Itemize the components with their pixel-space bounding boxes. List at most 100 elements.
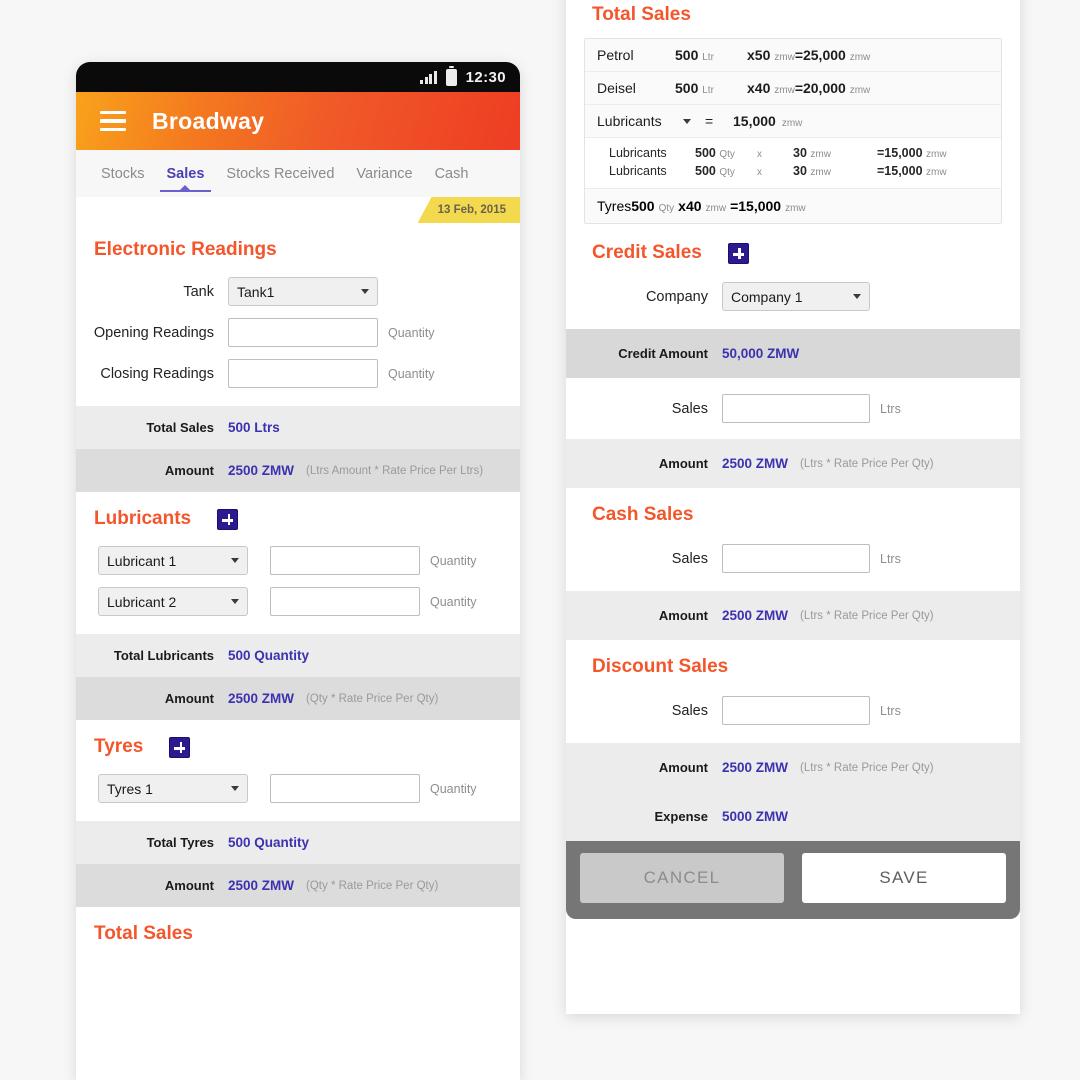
screenshot-canvas: 12:30 Broadway Stocks Sales Stocks Recei… — [0, 0, 1080, 1080]
discount-sales-input[interactable] — [722, 696, 870, 725]
opening-readings-input[interactable] — [228, 318, 378, 347]
company-select[interactable]: Company 1 — [722, 282, 870, 311]
total-lubricants-value: 500 Quantity — [228, 648, 310, 663]
cash-sales-label: Sales — [671, 550, 708, 567]
lubricant-1-select[interactable]: Lubricant 1 — [98, 546, 248, 575]
summary-cash-amount: Amount 2500 ZMW (Ltrs * Rate Price Per Q… — [566, 591, 1020, 640]
row-cash-sales: Sales Ltrs — [566, 534, 1020, 591]
sub-total: =15,000 zmw — [877, 146, 947, 160]
tyre-1-select[interactable]: Tyres 1 — [98, 774, 248, 803]
credit-sales-input[interactable] — [722, 394, 870, 423]
lubricant-2-unit: Quantity — [430, 594, 477, 609]
section-title-lubricants: Lubricants — [94, 508, 192, 529]
spacer — [76, 622, 520, 634]
total-lubricants-label: Total Lubricants — [113, 648, 214, 663]
row-qty-value: 500 — [631, 198, 655, 214]
amount-value: 2500 ZMW — [722, 760, 789, 775]
table-row: Petrol 500 Ltr x50 zmw=25,000 zmw — [585, 39, 1001, 72]
expense-value: 5000 ZMW — [722, 809, 789, 824]
total-tyres-label: Total Tyres — [146, 835, 214, 850]
amount-label: Amount — [658, 456, 708, 471]
battery-icon — [445, 65, 457, 86]
credit-amount-value: 50,000 ZMW — [722, 346, 800, 361]
row-qty-unit: Ltr — [702, 85, 714, 96]
add-lubricant-button[interactable] — [217, 508, 239, 530]
amount-note: (Ltrs Amount * Rate Price Per Ltrs) — [306, 464, 484, 477]
summary-total-lubricants: Total Lubricants 500 Quantity — [76, 634, 520, 677]
row-tyre-1: Tyres 1 Quantity — [76, 768, 520, 809]
chevron-down-icon[interactable] — [683, 118, 691, 124]
amount-note: (Qty * Rate Price Per Qty) — [306, 879, 439, 892]
cash-sales-input[interactable] — [722, 544, 870, 573]
add-credit-sale-button[interactable] — [727, 242, 749, 264]
page-title: Broadway — [152, 107, 265, 134]
row-company: Company Company 1 — [566, 272, 1020, 321]
amount-value: 2500 ZMW — [228, 878, 295, 893]
section-header-tyres: Tyres — [76, 720, 520, 768]
hamburger-menu-icon[interactable] — [100, 110, 126, 132]
row-name: Tyres — [597, 198, 632, 214]
row-tank: Tank Tank1 — [76, 271, 520, 312]
section-title-total-sales-left: Total Sales — [94, 923, 193, 944]
table-row-lubricants[interactable]: Lubricants = 15,000 zmw — [585, 105, 1001, 138]
sub-qty-unit: Qty — [719, 149, 735, 160]
summary-amount-tyres: Amount 2500 ZMW (Qty * Rate Price Per Qt… — [76, 864, 520, 907]
sub-qty: 500 Qty — [695, 164, 757, 178]
sub-name: Lubricants — [609, 164, 667, 178]
total-sales-table: Petrol 500 Ltr x50 zmw=25,000 zmw Deisel… — [584, 38, 1002, 224]
tank-select[interactable]: Tank1 — [228, 277, 378, 306]
section-title-discount-sales: Discount Sales — [592, 656, 729, 677]
summary-total-tyres: Total Tyres 500 Quantity — [76, 821, 520, 864]
app-bar: Broadway — [76, 92, 520, 150]
expense-label: Expense — [654, 809, 708, 824]
total-sales-label: Total Sales — [146, 420, 214, 435]
tab-cash[interactable]: Cash — [424, 150, 480, 197]
tyre-1-quantity-input[interactable] — [270, 774, 420, 803]
row-rate-unit: zmw — [774, 52, 795, 63]
tyre-1-select-value: Tyres 1 — [107, 780, 153, 797]
row-name: Petrol — [597, 47, 634, 63]
lubricant-1-quantity-input[interactable] — [270, 546, 420, 575]
tab-sales[interactable]: Sales — [156, 150, 216, 197]
date-ribbon-container: 13 Feb, 2015 — [76, 197, 520, 223]
add-tyre-button[interactable] — [169, 736, 191, 758]
cancel-button[interactable]: CANCEL — [580, 853, 784, 903]
row-qty-unit: Qty — [658, 203, 675, 214]
tab-stocks-received[interactable]: Stocks Received — [215, 150, 345, 197]
amount-value: 2500 ZMW — [228, 463, 295, 478]
summary-discount-amount: Amount 2500 ZMW (Ltrs * Rate Price Per Q… — [566, 743, 1020, 792]
closing-readings-input[interactable] — [228, 359, 378, 388]
save-button[interactable]: SAVE — [802, 853, 1006, 903]
row-lubricant-1: Lubricant 1 Quantity — [76, 540, 520, 581]
sub-qty-value: 500 — [695, 146, 716, 160]
sub-total-value: =15,000 — [877, 146, 923, 160]
tab-variance[interactable]: Variance — [345, 150, 423, 197]
row-total: =15,000 — [730, 198, 782, 214]
amount-value: 2500 ZMW — [722, 456, 789, 471]
signal-bars-icon — [420, 70, 437, 84]
spacer — [76, 809, 520, 821]
total-sales-value: 500 Ltrs — [228, 420, 280, 435]
chevron-down-icon — [853, 294, 861, 299]
sub-qty: 500 Qty — [695, 146, 757, 160]
closing-readings-label: Closing Readings — [100, 365, 214, 382]
sub-qty-unit: Qty — [719, 167, 735, 178]
row-rate: x50 — [747, 47, 771, 63]
lubricant-2-quantity-input[interactable] — [270, 587, 420, 616]
sub-operator: x — [757, 149, 762, 160]
amount-label: Amount — [164, 463, 214, 478]
sub-qty-value: 500 — [695, 164, 716, 178]
lubricant-2-select[interactable]: Lubricant 2 — [98, 587, 248, 616]
row-equals: = — [705, 113, 714, 129]
section-title-credit-sales: Credit Sales — [592, 242, 702, 263]
sub-operator: x — [757, 167, 762, 178]
tab-stocks[interactable]: Stocks — [90, 150, 156, 197]
chevron-down-icon — [231, 786, 239, 791]
section-header-lubricants: Lubricants — [76, 492, 520, 540]
list-item: Lubricants 500 Qty x 30 zmw =15,000 zmw — [609, 162, 989, 180]
chevron-down-icon — [231, 558, 239, 563]
row-qty-value: 500 — [675, 80, 699, 96]
row-total-unit: zmw — [849, 85, 871, 96]
tank-label: Tank — [183, 283, 214, 300]
summary-total-sales-readings: Total Sales 500 Ltrs — [76, 406, 520, 449]
